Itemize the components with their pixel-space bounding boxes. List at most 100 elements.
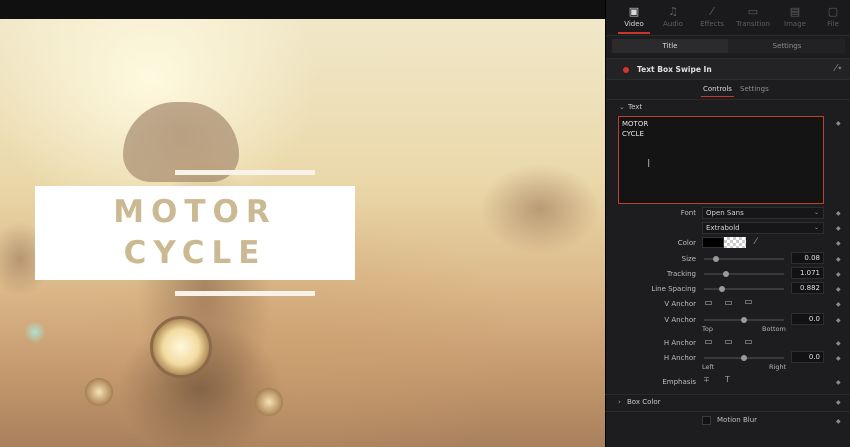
motion-blur-label: Motion Blur xyxy=(717,416,758,424)
font-dropdown[interactable]: Open Sans ⌄ xyxy=(702,207,824,219)
title-line-2: CYCLE xyxy=(123,235,267,271)
tab-audio[interactable]: ♫ Audio xyxy=(653,4,693,28)
chevron-down-icon: ⌄ xyxy=(813,224,819,231)
keyframe-diamond-icon[interactable]: ◆ xyxy=(836,355,841,362)
box-color-section-header[interactable]: › Box Color xyxy=(605,394,850,410)
magic-wand-icon: ⁄ xyxy=(711,5,713,18)
keyframe-diamond-icon[interactable]: ◆ xyxy=(836,256,841,263)
keyframe-diamond-icon[interactable]: ◆ xyxy=(836,286,841,293)
box-color-section-title: Box Color xyxy=(627,398,661,406)
tab-image-label: Image xyxy=(784,20,806,28)
tab-effects-label: Effects xyxy=(700,20,724,28)
video-viewer[interactable]: MOTOR CYCLE xyxy=(0,0,605,447)
v-anchor-label: V Anchor xyxy=(664,300,696,308)
anchor-bottom-icon[interactable] xyxy=(745,300,752,304)
font-value: Open Sans xyxy=(706,209,744,217)
v-anchor-slider[interactable] xyxy=(704,317,784,323)
keyframe-diamond-icon[interactable]: ◆ xyxy=(836,240,841,247)
chevron-down-icon: ⌄ xyxy=(813,209,819,216)
effect-header[interactable]: Text Box Swipe In ⁄⋆ xyxy=(606,58,850,80)
motorcycle-left-lamp xyxy=(85,378,113,406)
keyframe-diamond-icon[interactable]: ◆ xyxy=(836,379,841,386)
anchor-top-icon[interactable] xyxy=(705,301,712,305)
font-style-value: Extrabold xyxy=(706,224,740,232)
chevron-down-icon: ⌄ xyxy=(619,103,625,111)
tab-effects[interactable]: ⁄ Effects xyxy=(692,4,732,28)
keyframe-diamond-icon[interactable]: ◆ xyxy=(836,317,841,324)
tracking-slider-handle[interactable] xyxy=(722,271,729,277)
color-swatch-alpha[interactable] xyxy=(724,237,746,248)
keyframe-diamond-icon[interactable]: ◆ xyxy=(836,271,841,278)
keyframe-diamond-icon[interactable]: ◆ xyxy=(836,418,841,425)
anchor-center-icon[interactable] xyxy=(725,340,732,344)
tab-transition[interactable]: ▭ Transition xyxy=(733,4,773,28)
viewer-top-bar xyxy=(0,0,605,19)
keyframe-diamond-icon[interactable]: ◆ xyxy=(836,301,841,308)
motion-blur-checkbox[interactable] xyxy=(702,416,711,425)
background-trees xyxy=(430,139,605,269)
tab-audio-label: Audio xyxy=(663,20,683,28)
tracking-label: Tracking xyxy=(666,270,696,278)
h-anchor-label: H Anchor xyxy=(663,339,696,347)
image-icon: ▤ xyxy=(789,5,801,18)
title-box[interactable]: MOTOR CYCLE xyxy=(35,186,355,280)
h-anchor-value-label: H Anchor xyxy=(663,354,696,362)
tab-controls[interactable]: Controls xyxy=(701,83,734,97)
h-anchor-slider-handle[interactable] xyxy=(741,355,747,361)
effect-enable-dot[interactable] xyxy=(623,67,629,73)
anchor-left-icon[interactable] xyxy=(705,340,712,344)
music-note-icon: ♫ xyxy=(668,5,678,18)
title-line-1: MOTOR xyxy=(113,194,277,230)
h-anchor-end-label: Right xyxy=(769,363,787,371)
keyframe-diamond-icon[interactable]: ◆ xyxy=(836,225,841,232)
keyframe-diamond-icon[interactable]: ◆ xyxy=(836,120,841,127)
h-anchor-slider[interactable] xyxy=(704,355,784,361)
size-slider[interactable] xyxy=(704,256,784,262)
inspector-tab-bar: ▣ Video ♫ Audio ⁄ Effects ▭ Transition ▤… xyxy=(606,0,850,36)
anchor-middle-icon[interactable] xyxy=(725,301,732,305)
tab-file[interactable]: ▢ File xyxy=(813,4,850,28)
text-cursor-icon: I xyxy=(647,157,651,170)
h-anchor-start-label: Left xyxy=(702,363,715,371)
text-section-header[interactable]: ⌄ Text xyxy=(606,99,850,115)
line-spacing-label: Line Spacing xyxy=(651,285,696,293)
tracking-slider[interactable] xyxy=(704,271,784,277)
tracking-input[interactable]: 1.071 xyxy=(791,267,824,279)
v-anchor-start-label: Top xyxy=(702,325,713,333)
h-anchor-input[interactable]: 0.0 xyxy=(791,351,824,363)
subtab-title[interactable]: Title xyxy=(612,39,728,53)
anchor-right-icon[interactable] xyxy=(745,340,752,344)
video-icon: ▣ xyxy=(628,5,640,18)
v-anchor-input[interactable]: 0.0 xyxy=(791,313,824,325)
subtab-settings[interactable]: Settings xyxy=(729,39,845,53)
tab-image[interactable]: ▤ Image xyxy=(775,4,815,28)
lens-flare xyxy=(24,321,46,343)
underline-icon[interactable]: T xyxy=(725,375,730,384)
strikethrough-icon[interactable]: ∓ xyxy=(703,375,710,384)
line-spacing-slider-handle[interactable] xyxy=(718,286,725,292)
motorcycle-headlamp xyxy=(150,316,212,378)
tab-effect-settings[interactable]: Settings xyxy=(740,83,769,96)
color-label: Color xyxy=(677,239,696,247)
tab-video[interactable]: ▣ Video xyxy=(614,4,654,34)
size-label: Size xyxy=(681,255,696,263)
line-spacing-input[interactable]: 0.882 xyxy=(791,282,824,294)
chevron-right-icon: › xyxy=(618,398,621,406)
keyframe-diamond-icon[interactable]: ◆ xyxy=(836,210,841,217)
font-label: Font xyxy=(680,209,696,217)
v-anchor-slider-handle[interactable] xyxy=(741,317,747,323)
keyframe-diamond-icon[interactable]: ◆ xyxy=(836,340,841,347)
text-section-title: Text xyxy=(628,103,643,111)
magic-wand-icon[interactable]: ⁄⋆ xyxy=(835,63,843,74)
title-text: MOTOR CYCLE xyxy=(35,192,355,274)
color-swatch[interactable] xyxy=(702,237,724,248)
keyframe-diamond-icon[interactable]: ◆ xyxy=(836,399,841,406)
line-spacing-slider[interactable] xyxy=(704,286,784,292)
font-style-dropdown[interactable]: Extrabold ⌄ xyxy=(702,222,824,234)
size-slider-handle[interactable] xyxy=(713,256,719,262)
size-input[interactable]: 0.08 xyxy=(791,252,824,264)
motorcycle-right-lamp xyxy=(255,388,283,416)
tab-video-label: Video xyxy=(624,20,644,28)
eyedropper-icon[interactable]: ⁄ xyxy=(755,237,757,247)
effect-name: Text Box Swipe In xyxy=(637,65,712,74)
